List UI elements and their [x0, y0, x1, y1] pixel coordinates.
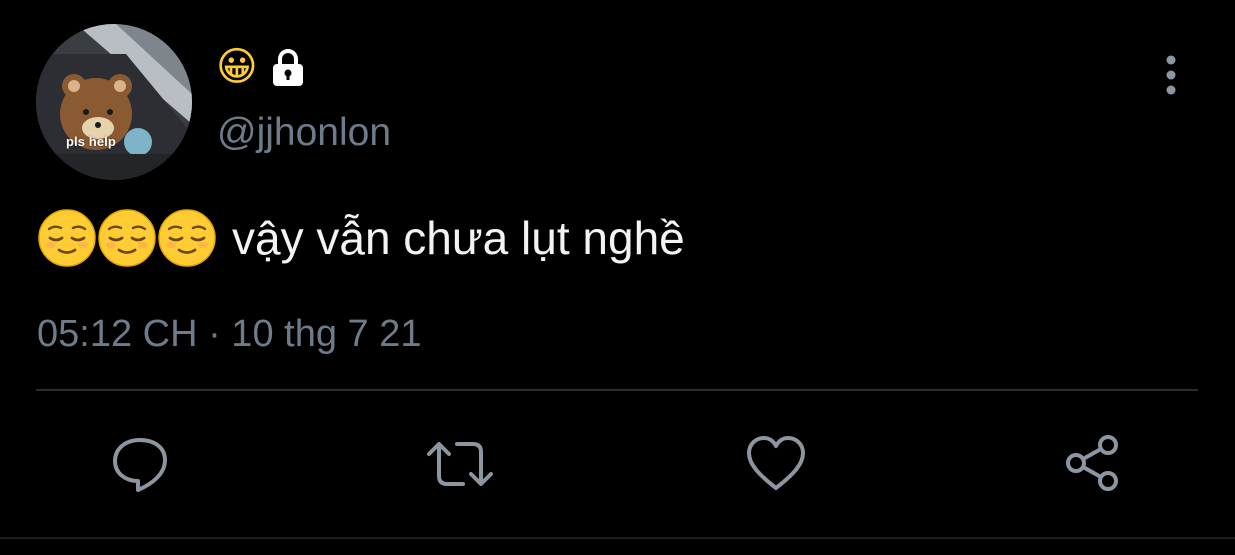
- tweet-timestamp[interactable]: 05:12 CH · 10 thg 7 21: [37, 308, 421, 360]
- avatar-caption: pls help: [66, 134, 116, 149]
- avatar-photo: [36, 24, 192, 180]
- comment-icon: [113, 438, 167, 492]
- relieved-face-icon: [98, 209, 156, 267]
- lock-icon: [272, 49, 303, 86]
- retweet-icon: [427, 442, 493, 486]
- avatar[interactable]: pls help: [36, 24, 192, 180]
- share-icon: [1066, 435, 1118, 491]
- share-button[interactable]: [1062, 432, 1126, 496]
- display-name[interactable]: 😀: [216, 44, 308, 90]
- user-handle[interactable]: @jjhonlon: [217, 110, 391, 156]
- relieved-face-icon: [158, 209, 216, 267]
- retweet-button[interactable]: [425, 432, 493, 496]
- emoji-group: [38, 209, 216, 267]
- bottom-divider: [0, 537, 1235, 539]
- divider: [36, 389, 1198, 391]
- heart-icon: [747, 436, 805, 490]
- tweet-body: vậy vẫn chưa lụt nghề: [38, 206, 685, 270]
- reply-button[interactable]: [108, 432, 172, 496]
- tweet-card: pls help 😀 @jjhonlon vậy vẫn chưa lụt ng…: [0, 0, 1235, 555]
- relieved-face-icon: [38, 209, 96, 267]
- more-vertical-icon[interactable]: [1156, 52, 1186, 98]
- tweet-text: vậy vẫn chưa lụt nghề: [232, 212, 685, 264]
- like-button[interactable]: [744, 432, 808, 496]
- grinning-face-icon: 😀: [216, 44, 258, 90]
